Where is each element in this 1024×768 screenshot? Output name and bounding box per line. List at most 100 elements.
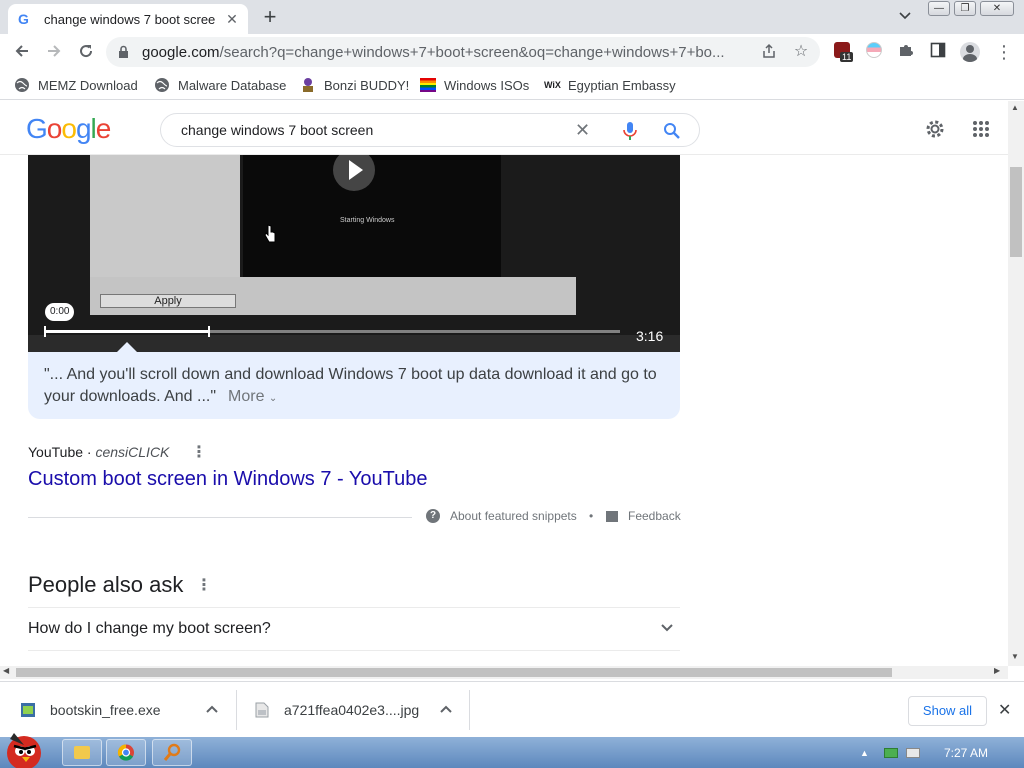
bookmark-windows-isos[interactable]: Windows ISOs [420,76,529,94]
snippet-divider [28,517,412,518]
horizontal-scrollbar[interactable]: ◀ ▶ [0,666,1008,679]
back-button[interactable] [12,42,32,62]
google-g-icon: G [18,11,29,27]
video-player[interactable]: Starting Windows Apply 0:00 3:16 [28,155,680,352]
video-frame-caption: Starting Windows [340,217,395,224]
extension-badge-count: 11 [840,52,854,62]
horizontal-scroll-thumb[interactable] [16,668,892,677]
bookmark-egyptian-embassy[interactable]: WiX Egyptian Embassy [544,76,676,94]
scroll-up-arrow-icon[interactable]: ▲ [1011,103,1019,112]
taskbar-explorer[interactable] [62,739,102,766]
result-menu-icon[interactable]: ⋮ [191,442,207,462]
clear-search-icon[interactable]: ✕ [575,120,590,141]
video-duration: 3:16 [636,328,664,344]
side-panel-icon[interactable] [930,42,950,62]
reload-button[interactable] [76,42,96,62]
new-tab-button[interactable]: + [258,5,282,29]
globe-icon [14,77,30,93]
download-item[interactable]: a721ffea0402e3....jpg [254,682,419,738]
google-logo[interactable]: Google [26,113,111,145]
featured-snippet-text: "... And you'll scroll down and download… [28,352,680,419]
download-separator [469,690,470,730]
vertical-scrollbar[interactable]: ▲ ▼ [1008,101,1024,666]
scroll-down-arrow-icon[interactable]: ▼ [1011,652,1019,661]
taskbar-search-app[interactable] [152,739,192,766]
extensions-puzzle-icon[interactable] [898,42,918,62]
tab-search-icon[interactable] [896,8,914,26]
exe-file-icon [21,703,35,717]
chevron-down-icon[interactable] [660,620,674,636]
vertical-scroll-thumb[interactable] [1010,167,1022,257]
tray-expand-icon[interactable]: ▲ [860,748,874,758]
show-all-downloads-button[interactable]: Show all [908,696,987,726]
extension-badge-icon[interactable]: 11 [834,42,854,62]
bonzi-icon [300,77,316,93]
tab-close-icon[interactable]: ✕ [224,11,240,27]
google-apps-icon[interactable] [972,120,990,138]
result-title-link[interactable]: Custom boot screen in Windows 7 - YouTub… [28,468,427,491]
footer-separator: • [589,509,594,523]
about-featured-snippets[interactable]: ? About featured snippets [426,509,577,523]
wix-icon: WiX [544,80,561,90]
snippet-more-button[interactable]: More ⌄ [228,388,277,405]
download-separator [236,690,237,730]
minimize-button[interactable]: — [928,1,950,16]
tab-strip: G change windows 7 boot scree ✕ + — ❐ ✕ [0,0,1024,34]
bookmark-memz[interactable]: MEMZ Download [14,76,138,94]
settings-gear-icon[interactable] [924,118,946,140]
video-progress-handle[interactable] [208,326,210,337]
scroll-left-arrow-icon[interactable]: ◀ [3,666,9,675]
search-query[interactable]: change windows 7 boot screen [181,122,373,138]
lock-icon[interactable] [118,45,129,59]
downloads-bar: bootskin_free.exe a721ffea0402e3....jpg … [0,681,1024,737]
share-icon[interactable] [760,43,778,61]
people-also-ask-menu-icon[interactable]: ⋮ [196,575,212,595]
feedback-icon [606,510,618,522]
profile-avatar-icon[interactable] [960,42,980,62]
browser-menu-icon[interactable]: ⋮ [994,42,1014,62]
image-file-icon [255,702,269,718]
download-options-chevron-icon[interactable] [440,702,452,716]
bookmark-star-icon[interactable]: ☆ [792,43,810,61]
snippet-pointer [117,342,137,352]
hand-cursor-icon [264,224,276,243]
feedback-link[interactable]: Feedback [606,509,681,523]
paa-question[interactable]: How do I change my boot screen? [28,620,271,638]
browser-toolbar: google.com/search?q=change+windows+7+boo… [0,34,1024,70]
angry-bird-start-icon[interactable] [0,729,52,768]
microphone-icon[interactable] [623,122,637,140]
video-current-time: 0:00 [45,303,75,321]
globe-icon [154,77,170,93]
browser-tab[interactable]: G change windows 7 boot scree ✕ [8,4,248,34]
rainbow-flag-icon [420,78,436,92]
result-site: YouTube [28,444,84,460]
search-icon[interactable] [663,122,681,140]
close-downloads-bar-icon[interactable]: ✕ [998,700,1011,720]
paa-divider [28,650,680,651]
forward-button[interactable] [44,42,64,62]
result-source: YouTube · censiCLICK [28,444,170,460]
bookmarks-bar: MEMZ Download Malware Database Bonzi BUD… [0,70,1024,100]
bookmark-malware-database[interactable]: Malware Database [154,76,286,94]
window-close-button[interactable]: ✕ [980,1,1014,16]
network-icon[interactable] [906,748,920,758]
snippet-quote: "... And you'll scroll down and download… [44,366,657,405]
video-progress-fill [44,330,208,333]
taskbar-chrome[interactable] [106,739,146,766]
help-icon: ? [426,509,440,523]
paa-divider [28,607,680,608]
restore-button[interactable]: ❐ [954,1,976,16]
page-viewport: Google change windows 7 boot screen ✕ St… [0,101,1008,666]
battery-icon[interactable] [884,748,898,758]
pride-extension-icon[interactable] [866,42,886,62]
address-bar[interactable]: google.com/search?q=change+windows+7+boo… [106,37,820,67]
result-author: censiCLICK [95,444,170,460]
windows-taskbar: ▲ 7:27 AM [0,733,1024,768]
url-text[interactable]: google.com/search?q=change+windows+7+boo… [142,44,752,61]
bookmark-bonzi-buddy[interactable]: Bonzi BUDDY! [300,76,409,94]
scroll-right-arrow-icon[interactable]: ▶ [994,666,1000,675]
google-header: Google change windows 7 boot screen ✕ [0,101,1008,155]
download-options-chevron-icon[interactable] [206,702,218,716]
taskbar-clock[interactable]: 7:27 AM [944,746,988,760]
search-box[interactable]: change windows 7 boot screen ✕ [160,113,700,147]
